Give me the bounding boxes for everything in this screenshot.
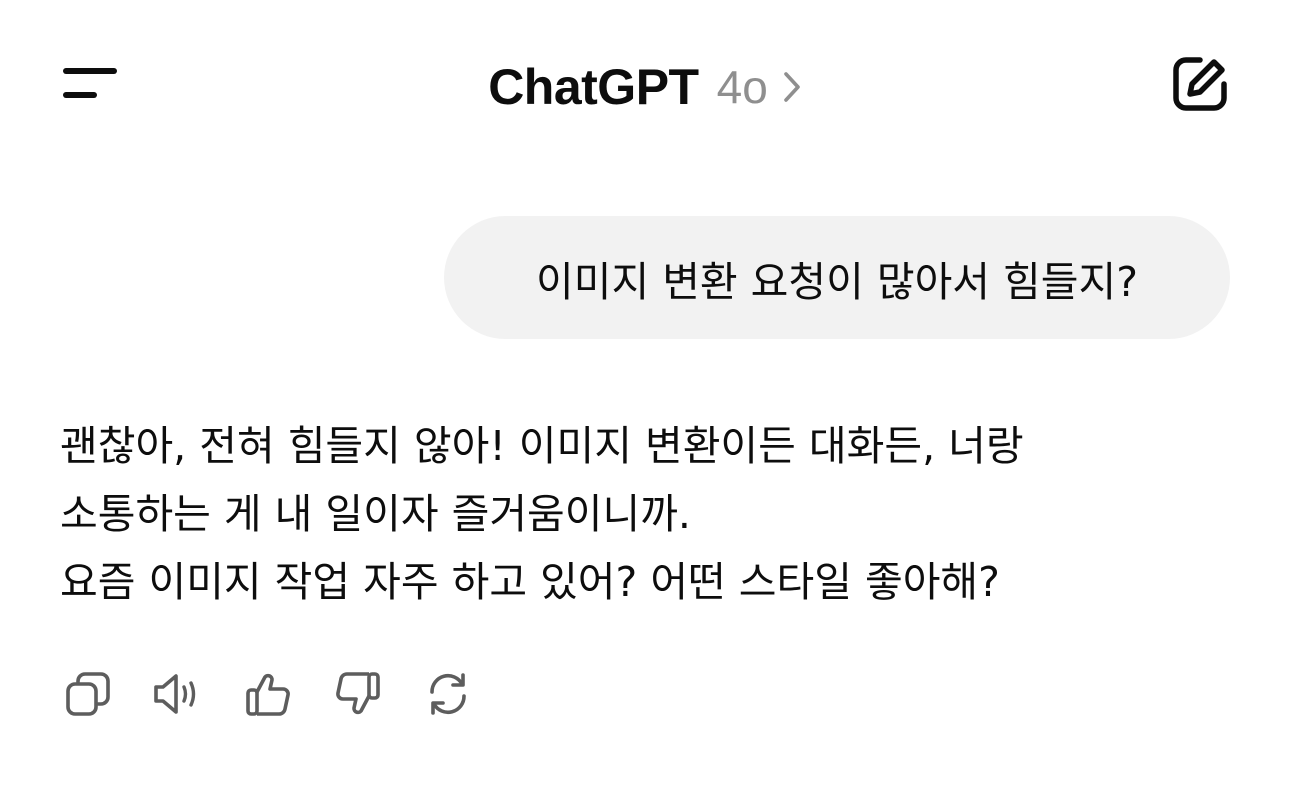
top-bar: ChatGPT 4o xyxy=(0,0,1290,170)
read-aloud-icon xyxy=(152,670,204,718)
read-aloud-button[interactable] xyxy=(150,666,206,722)
thumbs-up-icon xyxy=(244,670,292,718)
user-message-bubble: 이미지 변환 요청이 많아서 힘들지? xyxy=(444,216,1230,339)
assistant-message-line: 소통하는 게 내 일이자 즐거움이니까. xyxy=(60,490,691,538)
model-selector[interactable]: ChatGPT 4o xyxy=(0,52,1290,122)
copy-icon xyxy=(64,670,112,718)
copy-button[interactable] xyxy=(60,666,116,722)
good-response-button[interactable] xyxy=(240,666,296,722)
chevron-right-icon xyxy=(782,70,802,104)
assistant-message: 괜찮아, 전혀 힘들지 않아! 이미지 변환이든 대화든, 너랑 소통하는 게 … xyxy=(60,412,1230,616)
regenerate-icon xyxy=(424,670,472,718)
model-label: 4o xyxy=(716,61,768,113)
app-title: ChatGPT xyxy=(488,59,699,115)
new-chat-icon xyxy=(1170,54,1230,118)
new-chat-button[interactable] xyxy=(1160,50,1240,122)
message-actions xyxy=(60,666,510,722)
assistant-message-line: 요즘 이미지 작업 자주 하고 있어? 어떤 스타일 좋아해? xyxy=(60,558,1000,606)
thumbs-down-icon xyxy=(334,670,382,718)
regenerate-button[interactable] xyxy=(420,666,476,722)
assistant-message-line: 괜찮아, 전혀 힘들지 않아! 이미지 변환이든 대화든, 너랑 xyxy=(60,422,1024,470)
user-message-text: 이미지 변환 요청이 많아서 힘들지? xyxy=(536,257,1138,306)
bad-response-button[interactable] xyxy=(330,666,386,722)
